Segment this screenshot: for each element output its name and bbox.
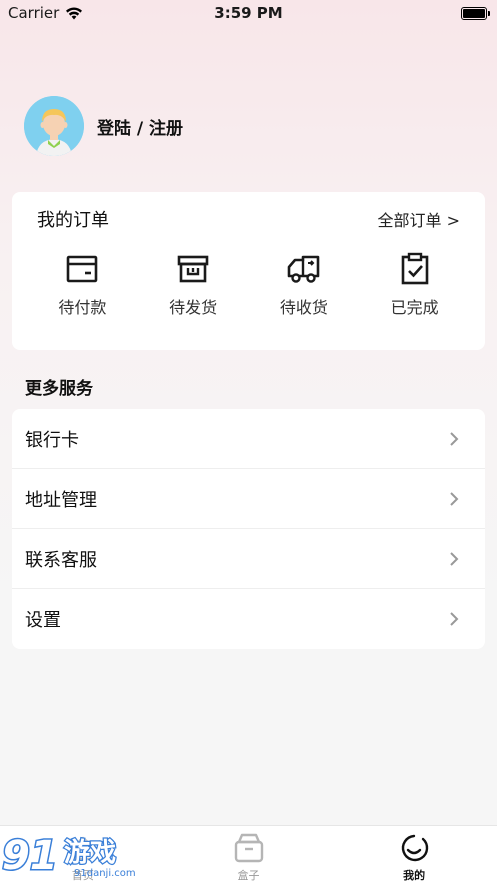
service-address[interactable]: 地址管理: [12, 469, 485, 529]
tab-label: 盒子: [237, 869, 260, 882]
profile-smile-icon: [402, 834, 429, 862]
order-item-label: 待付款: [58, 298, 107, 317]
orders-title: 我的订单: [37, 210, 109, 231]
box-tab-icon: [234, 833, 263, 863]
orders-header: 我的订单 全部订单 >: [12, 192, 485, 232]
chevron-right-icon: [450, 612, 459, 626]
truck-icon: [287, 255, 320, 283]
chevron-right-icon: [450, 551, 459, 566]
service-label: 联系客服: [25, 549, 97, 571]
watermark-logo: 91 游戏 91danji.com: [0, 825, 140, 883]
services-list: 银行卡 地址管理 联系客服 设置: [12, 409, 485, 649]
battery-icon: [461, 6, 490, 20]
tab-mine[interactable]: 我的: [331, 826, 497, 883]
clipboard-check-icon: [401, 252, 428, 285]
order-completed[interactable]: 已完成: [370, 252, 460, 318]
order-item-label: 待收货: [279, 298, 328, 317]
service-bank-card[interactable]: 银行卡: [12, 409, 485, 469]
order-pending-payment[interactable]: 待付款: [37, 252, 127, 318]
service-label: 地址管理: [25, 489, 97, 511]
avatar[interactable]: [24, 96, 84, 156]
order-pending-shipment[interactable]: 待发货: [148, 252, 238, 318]
login-register-link[interactable]: 登陆 / 注册: [97, 114, 183, 139]
status-time: 3:59 PM: [214, 4, 283, 22]
service-settings[interactable]: 设置: [12, 589, 485, 649]
service-label: 设置: [25, 610, 61, 631]
orders-status-row: 待付款 待发货 待收货 已完成: [12, 232, 485, 318]
chevron-right-icon: [450, 491, 459, 506]
wallet-icon: [67, 255, 98, 283]
tab-label: 我的: [403, 869, 426, 882]
service-label: 银行卡: [25, 429, 79, 451]
status-bar: Carrier 3:59 PM: [0, 0, 497, 26]
order-pending-receipt[interactable]: 待收货: [259, 252, 349, 318]
carrier-group: Carrier: [8, 4, 83, 22]
avatar-illustration-icon: [24, 96, 84, 156]
order-item-label: 待发货: [169, 298, 218, 317]
box-icon: [177, 255, 209, 283]
more-services-title: 更多服务: [25, 379, 93, 399]
all-orders-link[interactable]: 全部订单 >: [378, 207, 461, 231]
profile-header[interactable]: 登陆 / 注册: [24, 96, 183, 156]
order-item-label: 已完成: [390, 298, 439, 317]
chevron-right-icon: [450, 431, 459, 446]
watermark-url: 91danji.com: [74, 868, 136, 879]
svg-text:91: 91: [2, 833, 58, 879]
carrier-label: Carrier: [8, 4, 60, 22]
tab-box[interactable]: 盒子: [166, 826, 332, 883]
service-customer-support[interactable]: 联系客服: [12, 529, 485, 589]
my-orders-card: 我的订单 全部订单 > 待付款 待发货 待收货 已完成: [12, 192, 485, 350]
wifi-icon: [66, 7, 83, 19]
svg-text:游戏: 游戏: [64, 838, 116, 868]
